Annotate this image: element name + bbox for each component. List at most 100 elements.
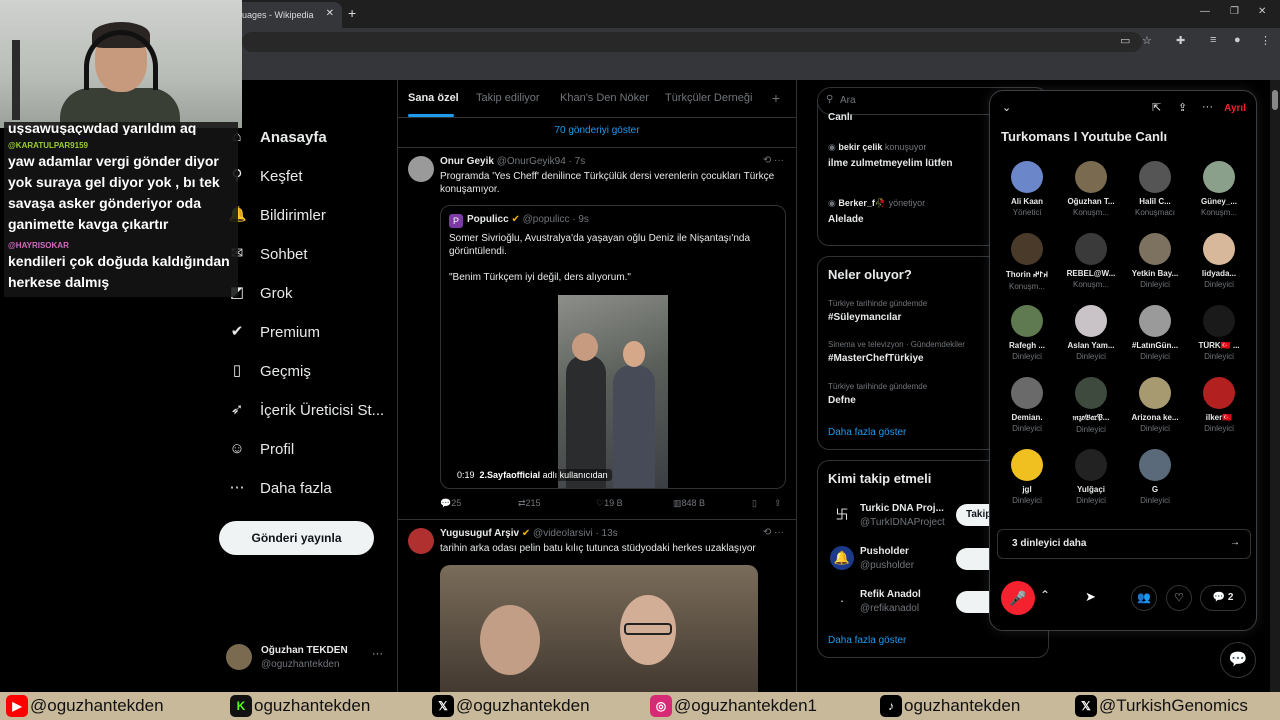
close-window-icon[interactable]: ✕ [1258,6,1266,17]
browser-tab[interactable]: uages - Wikipedia ✕ [232,2,342,28]
follow-name[interactable]: Pusholder [860,546,909,557]
nav-bookmarks[interactable]: ▯ Geçmiş [228,362,311,380]
follow-name[interactable]: Refik Anadol [860,589,921,600]
trend-item[interactable]: Defne [828,395,856,406]
space-title[interactable]: Alelade [828,214,864,225]
space-chat-button[interactable]: 💬 2 [1200,585,1246,611]
nav-more[interactable]: ⋯ Daha fazla [228,479,332,497]
space-participant[interactable]: Yetkin Bay... Dinleyici [1123,233,1187,289]
follow-show-more[interactable]: Daha fazla göster [828,635,906,646]
space-participant[interactable]: #LatınGün... Dinleyici [1123,305,1187,361]
reply-button[interactable]: 💬 25 [440,498,461,509]
space-participant[interactable]: Oğuzhan T... Konuşm... [1059,161,1123,217]
space-participant[interactable]: REBEL@W... Konuşm... [1059,233,1123,289]
follow-name[interactable]: Turkic DNA Proj... [860,503,944,514]
author-handle[interactable]: @OnurGeyik94 · 7s [497,156,586,167]
space-participant[interactable]: Güney_... Konuşm... [1187,161,1251,217]
avatar[interactable] [408,156,434,182]
show-new-posts[interactable]: 70 gönderiyi göster [398,118,796,148]
tab-for-you[interactable]: Sana özel [408,92,459,104]
space-participant[interactable]: TÜRK🇹🇷 ... Dinleyici [1187,305,1251,361]
space-participant[interactable]: G Dinleyici [1123,449,1187,505]
post-button[interactable]: Gönderi yayınla [219,521,374,555]
address-bar[interactable] [242,32,1142,52]
more-listeners-button[interactable]: 3 dinleyici daha → [997,529,1251,559]
tab-following[interactable]: Takip ediliyor [476,92,540,104]
like-button[interactable]: ♡ 19 B [596,498,623,509]
avatar[interactable]: 🔔 [830,546,854,570]
grok-and-more-icon[interactable]: ⟲ ··· [763,527,784,538]
space-participant[interactable]: jgl Dinleyici [995,449,1059,505]
space-participant[interactable]: ilker🇹🇷 Dinleyici [1187,377,1251,433]
repost-button[interactable]: ⇄ 215 [518,498,541,509]
collapse-chevron-icon[interactable]: ⌄ [1002,101,1011,114]
nav-creator-studio[interactable]: ➶ İçerik Üreticisi St... [228,401,384,419]
space-title[interactable]: Canlı [828,112,852,123]
bookmark-icon[interactable]: ▯ [752,498,757,509]
minimize-icon[interactable]: — [1200,6,1210,17]
views-button[interactable]: ▥ 848 B [673,498,705,509]
space-participant[interactable]: Ali Kaan Yönetici [995,161,1059,217]
video-player[interactable] [558,295,668,488]
space-title[interactable]: ilme zulmetmeyelim lütfen [828,158,952,169]
space-participant[interactable]: Aslan Yam... Dinleyici [1059,305,1123,361]
tweet-video[interactable] [440,565,758,692]
tweet[interactable]: Onur Geyik @OnurGeyik94 · 7s ⟲ ··· Progr… [398,148,796,520]
nav-home[interactable]: ⌂Anasayfa [228,128,326,146]
account-switcher[interactable]: Oğuzhan TEKDEN @oguzhantekden ··· [226,642,386,676]
add-tab-icon[interactable]: + [772,90,780,106]
messages-fab-icon[interactable]: 💬 [1220,642,1256,678]
reactions-icon[interactable]: ♡ [1166,585,1192,611]
trend-item[interactable]: #Süleymancılar [828,312,901,323]
tab-list-khans-den[interactable]: Khan's Den Nöker [560,92,649,104]
space-participant[interactable]: Halil C... Konuşmacı [1123,161,1187,217]
reading-list-icon[interactable]: ≡ [1210,34,1216,46]
more-icon[interactable]: ··· [1202,101,1213,113]
author-handle[interactable]: @videolarsivi · 13s [533,528,618,539]
author-name[interactable]: Yugusuguf Arşiv [440,528,519,539]
trend-item[interactable]: #MasterChefTürkiye [828,353,924,364]
nav-profile[interactable]: ☺ Profil [228,440,294,458]
scrollbar-thumb[interactable] [1272,90,1278,110]
avatar[interactable] [408,528,434,554]
video-credit[interactable]: 2.Sayfaofficial [480,470,541,480]
share-icon[interactable]: ⇪ [774,498,782,509]
page-scrollbar[interactable] [1270,80,1280,692]
grok-and-more-icon[interactable]: ⟲ ··· [763,155,784,166]
cast-icon[interactable]: ▭ [1120,34,1130,47]
space-participant[interactable]: Yulğaçi Dinleyici [1059,449,1123,505]
extensions-icon[interactable]: ✚ [1176,34,1185,47]
space-participant[interactable]: Demian. Dinleyici [995,377,1059,433]
space-participant[interactable]: Arizona ke... Dinleyici [1123,377,1187,433]
avatar[interactable]: · [830,589,854,613]
new-tab-button[interactable]: + [348,5,356,21]
space-participant[interactable]: Rafegh ... Dinleyici [995,305,1059,361]
trends-show-more[interactable]: Daha fazla göster [828,427,906,438]
avatar[interactable]: 卐 [830,503,854,527]
leave-space-button[interactable]: Ayrıl [1224,103,1246,114]
share-space-icon[interactable]: ⇱ [1152,101,1161,114]
close-tab-icon[interactable]: ✕ [326,8,334,19]
browser-menu-icon[interactable]: ⋮ [1260,34,1271,47]
participant-name: REBEL@W... [1066,269,1116,278]
upload-icon[interactable]: ⇪ [1178,101,1187,114]
muted-mic-icon[interactable]: 🎤 [1001,581,1035,615]
space-participant[interactable]: 𝔪𝔷𝔬𝔅𝔞𝔯𝔓... Dinleyici [1059,377,1123,434]
quoted-tweet[interactable]: P Populicc ✔ @populicc · 9s Somer Sivrio… [440,205,786,489]
nav-notifications[interactable]: 🔔Bildirimler [228,206,326,224]
tweet[interactable]: Yugusuguf Arşiv ✔ @videolarsivi · 13s ⟲ … [398,520,796,692]
maximize-icon[interactable]: ❐ [1230,6,1239,17]
tweet-header: Yugusuguf Arşiv ✔ @videolarsivi · 13s [440,528,618,539]
nav-premium[interactable]: ✔ Premium [228,323,320,341]
more-icon[interactable]: ··· [372,648,383,660]
tab-list-turkculer[interactable]: Türkçüler Derneği [665,92,752,104]
nav-chat[interactable]: ✉Sohbet [228,245,308,263]
bookmark-star-icon[interactable]: ☆ [1142,34,1152,47]
nav-explore[interactable]: ⚲Keşfet [228,167,303,185]
author-name[interactable]: Onur Geyik [440,156,494,167]
profile-avatar-icon[interactable]: ● [1234,34,1241,46]
space-participant[interactable]: Thorin 𐰴𐰃𐰤 Konuşm... [995,233,1059,291]
space-participant[interactable]: lidyada... Dinleyici [1187,233,1251,289]
participants-icon[interactable]: 👥 [1131,585,1157,611]
chevron-up-icon[interactable]: ⌃ [1040,588,1050,602]
